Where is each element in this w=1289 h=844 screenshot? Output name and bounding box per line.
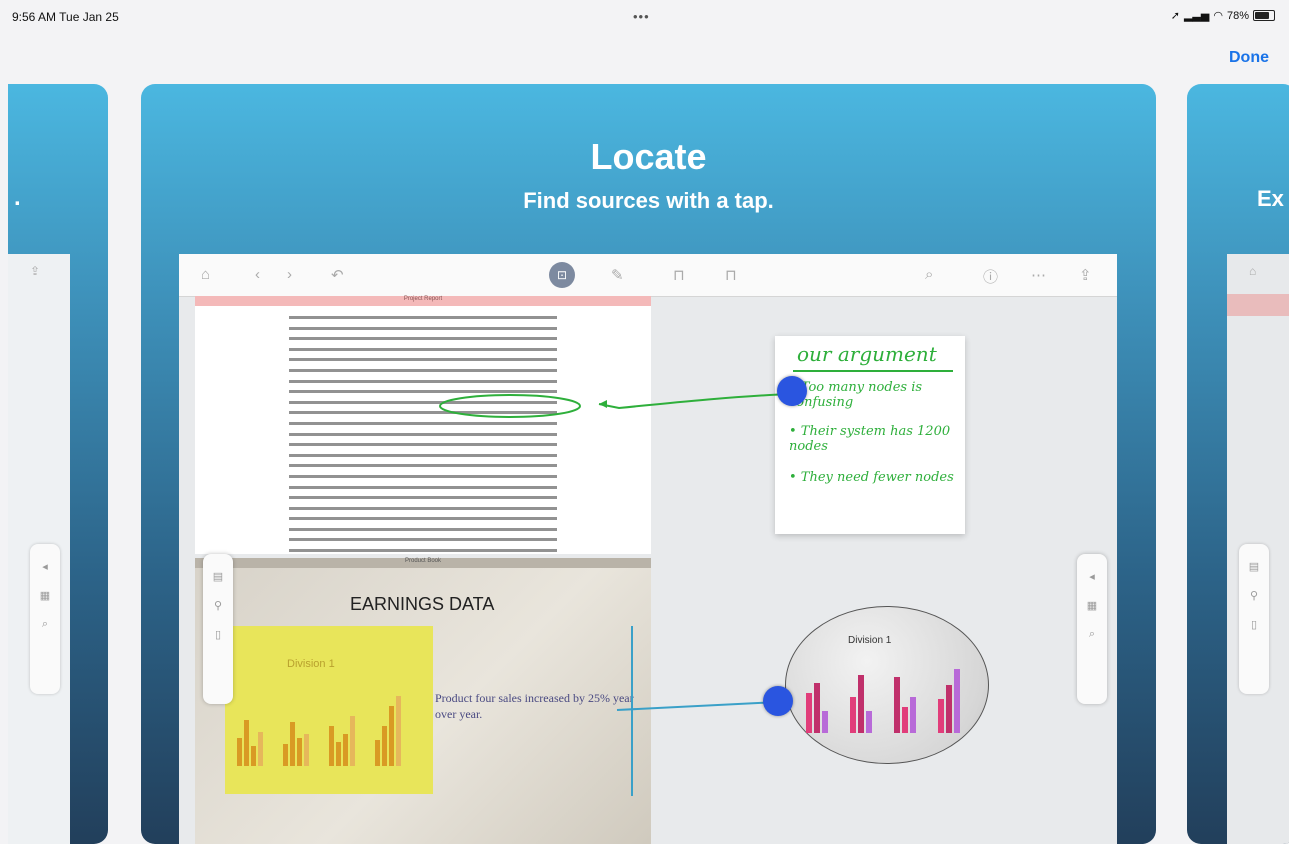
note-title: our argument	[797, 342, 937, 366]
app-toolbar: ⌂ ‹ › ↶ ⊡ ✎ ⊓ ⊓ ⌕ ⓘ ⋯ ⇪	[179, 254, 1117, 297]
earnings-title: EARNINGS DATA	[350, 594, 495, 614]
zoom-icon: ⌕	[1088, 628, 1096, 640]
lock-icon-2: ⊓	[725, 267, 737, 284]
document-product-book: Product Book EARNINGS DATA Division 1 Pr…	[195, 558, 651, 844]
next-card-side-tools: ▤ ⚲ ▯	[1239, 544, 1269, 694]
signal-icon: ▂▃▅	[1183, 10, 1210, 22]
onboarding-card-previous[interactable]: . ⇪ ◂ ▦ ⌕	[8, 84, 108, 844]
link-dot-note[interactable]	[777, 376, 807, 406]
battery-icon	[1253, 10, 1275, 21]
magenta-bar-chart	[806, 669, 960, 733]
document-project-report: Project Report	[195, 296, 651, 616]
next-card-header-strip	[1227, 294, 1289, 316]
app-preview: ⌂ ‹ › ↶ ⊡ ✎ ⊓ ⊓ ⌕ ⓘ ⋯ ⇪ Project Report P…	[179, 254, 1117, 844]
handwritten-note: our argument • Too many nodes is confusi…	[775, 336, 965, 534]
note-line-1: • Too many nodes is confusing	[789, 380, 923, 410]
location-icon: ➚	[1170, 10, 1180, 22]
document-icon: ▯	[214, 629, 222, 641]
locate-tool-icon: ⊡	[549, 262, 575, 288]
card-subtitle: Find sources with a tap.	[523, 188, 774, 213]
person-icon: ⚲	[1249, 590, 1259, 602]
home-icon: ⌂	[1249, 264, 1257, 278]
back-icon: ‹	[255, 266, 260, 283]
note-line-2: • Their system has 1200 nodes	[789, 424, 951, 454]
lock-icon: ⊓	[673, 267, 685, 284]
orange-bar-chart	[237, 696, 401, 766]
help-icon: ⓘ	[983, 269, 999, 286]
status-bar: 9:56 AM Tue Jan 25 ••• ➚ ▂▃▅ ◠ 78%	[0, 0, 1289, 30]
undo-icon: ↶	[331, 267, 344, 284]
person-icon: ⚲	[213, 600, 223, 612]
forward-icon: ›	[287, 266, 292, 283]
share-icon: ⇪	[1079, 267, 1092, 284]
multitask-dots[interactable]: •••	[633, 9, 650, 24]
link-dot-chart[interactable]	[763, 686, 793, 716]
grid-icon: ▦	[1086, 600, 1098, 612]
card-title: Locate	[590, 136, 707, 177]
status-time: 9:56 AM Tue Jan 25	[12, 10, 119, 24]
done-button[interactable]: Done	[1229, 49, 1269, 67]
left-side-tools: ▤ ⚲ ▯	[203, 554, 233, 704]
selection-bar	[631, 626, 633, 796]
onboarding-card-next[interactable]: Ex ⌂ ▤ ⚲ ▯	[1187, 84, 1289, 844]
note-line-3: • They need fewer nodes	[789, 470, 954, 485]
system-indicators: ➚ ▂▃▅ ◠ 78%	[1171, 9, 1275, 22]
onboarding-card-locate: Locate Find sources with a tap. ⌂ ‹ › ↶ …	[141, 84, 1156, 844]
document-icon: ▯	[1250, 619, 1258, 631]
grid-icon: ▤	[1248, 561, 1260, 573]
text-circle-annotation	[439, 394, 581, 418]
home-icon: ⌂	[201, 266, 211, 283]
share-icon: ⇪	[30, 264, 41, 278]
more-icon: ⋯	[1031, 267, 1046, 284]
right-side-tools: ◂ ▦ ⌕	[1077, 554, 1107, 704]
next-card-title-fragment: Ex	[1257, 186, 1284, 211]
battery-fill	[1255, 12, 1269, 19]
previous-card-title-fragment: .	[14, 184, 21, 211]
grid-icon: ▤	[212, 571, 224, 583]
speaker-icon: ◂	[42, 561, 48, 573]
yellow-chart-card: Division 1	[225, 626, 433, 794]
document-header: Product Book	[195, 558, 651, 568]
earnings-text: Product four sales increased by 25% year…	[435, 691, 634, 721]
pen-icon: ✎	[611, 267, 624, 284]
search-icon: ⌕	[925, 266, 934, 283]
division-chart-clipping: Division 1	[785, 606, 989, 764]
previous-card-side-tools: ◂ ▦ ⌕	[30, 544, 60, 694]
battery-percent: 78%	[1226, 9, 1249, 22]
wifi-icon: ◠	[1213, 10, 1223, 22]
zoom-icon: ⌕	[41, 618, 49, 630]
speaker-icon: ◂	[1089, 571, 1095, 583]
grid-icon: ▦	[39, 590, 51, 602]
note-underline	[793, 370, 953, 372]
